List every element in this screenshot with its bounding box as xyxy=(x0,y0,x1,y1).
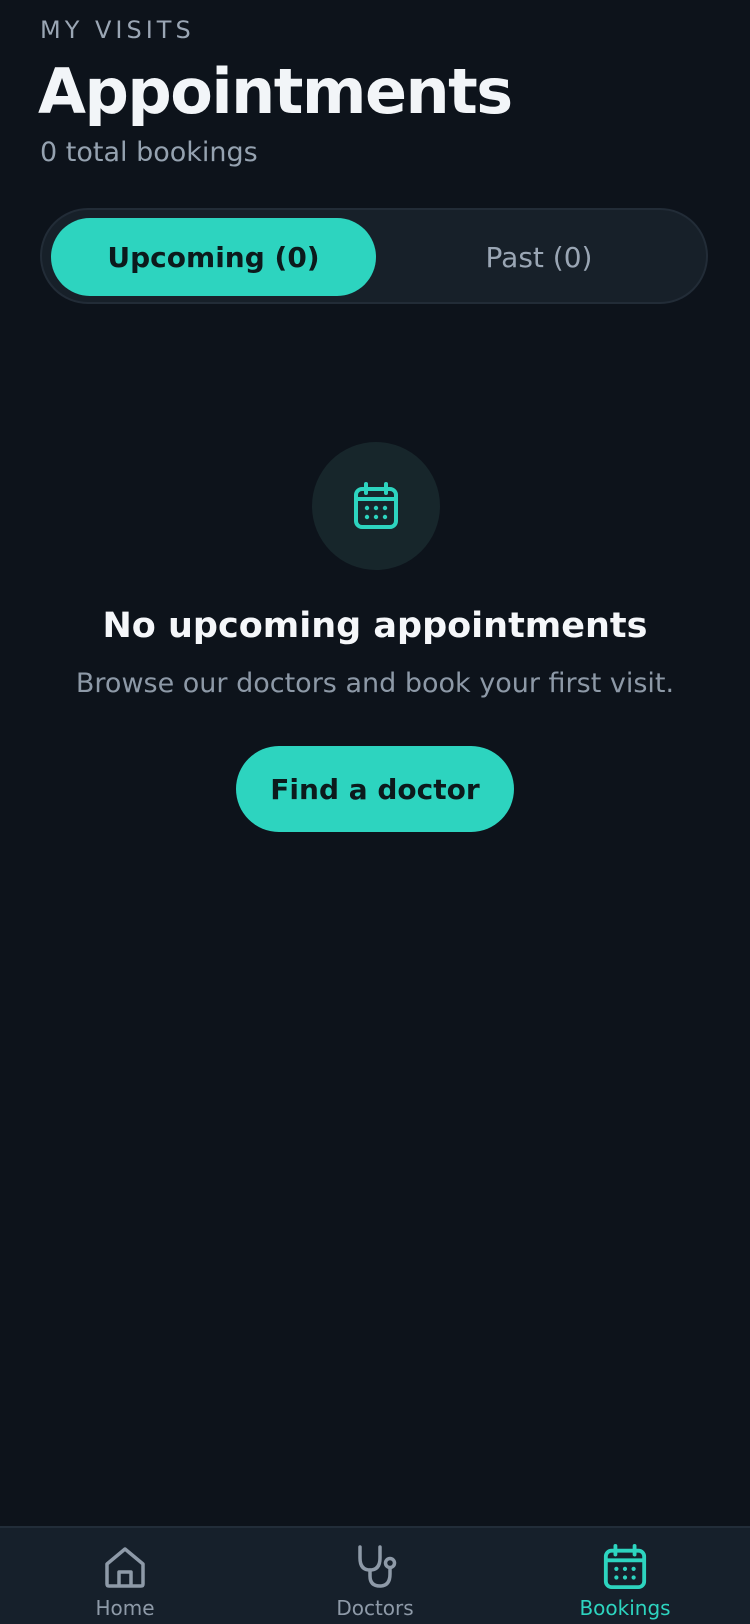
empty-state-description: Browse our doctors and book your first v… xyxy=(75,668,675,699)
nav-label-bookings: Bookings xyxy=(579,1596,671,1620)
section-eyebrow: MY VISITS xyxy=(40,16,195,44)
stethoscope-icon xyxy=(358,1545,397,1588)
tab-past[interactable]: Past (0) xyxy=(414,218,664,296)
calendar-icon xyxy=(354,482,398,529)
bottom-navigation: Home Doctors Bookings xyxy=(0,1526,750,1624)
empty-state-title: No upcoming appointments xyxy=(102,606,648,646)
tab-upcoming[interactable]: Upcoming (0) xyxy=(51,218,376,296)
nav-item-home[interactable]: Home xyxy=(45,1544,205,1620)
nav-label-doctors: Doctors xyxy=(336,1596,414,1620)
appointments-tab-switcher: Upcoming (0) Past (0) xyxy=(40,208,708,304)
page-title: Appointments xyxy=(38,55,513,128)
appointments-screen: MY VISITS Appointments 0 total bookings … xyxy=(0,0,750,1624)
home-icon xyxy=(105,1547,145,1588)
empty-state-icon-circle xyxy=(312,442,440,570)
nav-label-home: Home xyxy=(95,1596,155,1620)
calendar-icon xyxy=(603,1544,647,1590)
nav-item-doctors[interactable]: Doctors xyxy=(295,1544,455,1620)
bookings-count: 0 total bookings xyxy=(40,137,258,168)
nav-item-bookings[interactable]: Bookings xyxy=(545,1544,705,1620)
find-doctor-button[interactable]: Find a doctor xyxy=(236,746,514,832)
